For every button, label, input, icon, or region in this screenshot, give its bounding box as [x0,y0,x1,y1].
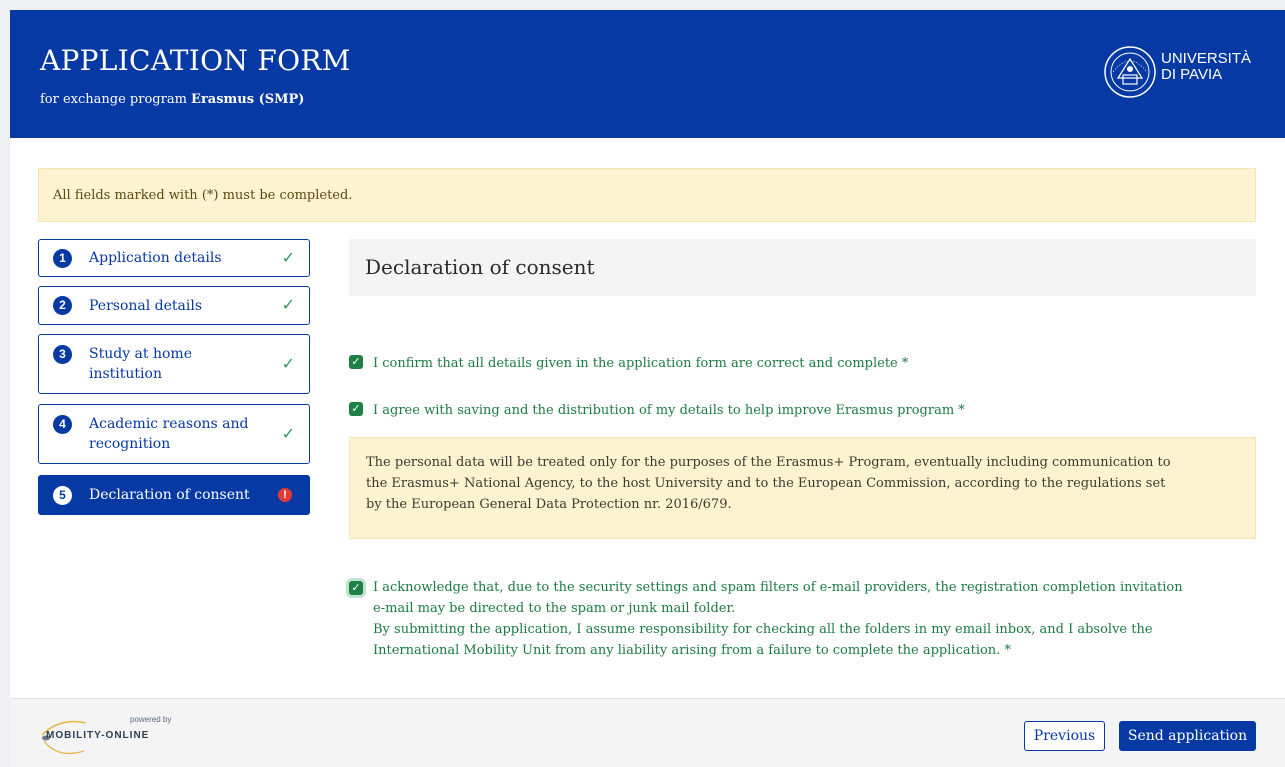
agree-saving-label[interactable]: I agree with saving and the distribution… [373,400,965,421]
step-number: 2 [53,296,72,315]
check-icon: ✓ [281,354,295,373]
acknowledge-line: By submitting the application, I assume … [373,622,1153,637]
university-logo: UNIVERSITÀ DI PAVIA [1103,43,1263,101]
privacy-notice-line: by the European General Data Protection … [366,497,732,512]
section-title: Declaration of consent [349,239,1256,296]
acknowledge-row: ✓ I acknowledge that, due to the securit… [349,577,1256,667]
check-icon: ✓ [281,295,295,314]
privacy-notice-line: The personal data will be treated only f… [366,455,1171,470]
step-label: Application details [89,250,222,266]
subtitle-prefix: for exchange program [40,92,192,107]
step-label-line2: institution [89,366,162,382]
page-subtitle: for exchange program Erasmus (SMP) [40,92,304,107]
send-application-button[interactable]: Send application [1119,721,1256,751]
university-name: UNIVERSITÀ DI PAVIA [1161,51,1251,83]
step-number: 5 [53,486,72,505]
acknowledge-line: I acknowledge that, due to the security … [373,580,1183,595]
confirm-details-label[interactable]: I confirm that all details given in the … [373,353,908,374]
step-label: Personal details [89,298,203,314]
step-label-line1: Academic reasons and [89,416,249,432]
step-academic-reasons[interactable]: 4 Academic reasons and recognition ✓ [38,404,310,464]
acknowledge-label[interactable]: I acknowledge that, due to the security … [373,577,1253,661]
mobility-online-logo: powered by MOBILITY-ONLINE [38,713,188,759]
agree-saving-checkbox[interactable]: ✓ [349,402,363,416]
agree-saving-row: ✓ I agree with saving and the distributi… [349,400,1249,422]
university-seal-icon [1104,46,1156,98]
step-study-at-home-institution[interactable]: 3 Study at home institution ✓ [38,334,310,394]
brand-name: MOBILITY-ONLINE [46,730,150,741]
step-label: Academic reasons and recognition [89,414,269,454]
step-label: Declaration of consent [89,487,250,503]
previous-button[interactable]: Previous [1024,721,1105,751]
step-application-details[interactable]: 1 Application details ✓ [38,239,310,277]
check-icon: ✓ [281,424,295,443]
privacy-notice: The personal data will be treated only f… [349,437,1256,539]
header-banner: APPLICATION FORM for exchange program Er… [10,10,1285,138]
step-label-line2: recognition [89,436,171,452]
confirm-details-checkbox[interactable]: ✓ [349,355,363,369]
required-fields-alert: All fields marked with (*) must be compl… [38,168,1256,222]
university-name-line2: DI PAVIA [1161,66,1223,83]
program-name: Erasmus (SMP) [191,92,305,107]
confirm-details-row: ✓ I confirm that all details given in th… [349,353,1249,375]
footer-bar: powered by MOBILITY-ONLINE Previous Send… [10,698,1285,767]
application-card: APPLICATION FORM for exchange program Er… [10,10,1285,767]
step-label: Study at home institution [89,344,269,384]
step-declaration-of-consent[interactable]: 5 Declaration of consent ! [38,475,310,515]
acknowledge-line: e-mail may be directed to the spam or ju… [373,601,736,616]
step-number: 4 [53,415,72,434]
error-icon: ! [278,488,292,502]
step-personal-details[interactable]: 2 Personal details ✓ [38,286,310,325]
step-label-line1: Study at home [89,346,192,362]
university-name-line1: UNIVERSITÀ [1161,50,1252,67]
acknowledge-line: International Mobility Unit from any lia… [373,643,1011,658]
check-icon: ✓ [281,248,295,267]
step-number: 1 [53,249,72,268]
powered-by-label: powered by [130,715,172,724]
privacy-notice-line: the Erasmus+ National Agency, to the hos… [366,476,1166,491]
acknowledge-checkbox[interactable]: ✓ [349,581,363,595]
page-title: APPLICATION FORM [40,44,351,77]
step-number: 3 [53,345,72,364]
